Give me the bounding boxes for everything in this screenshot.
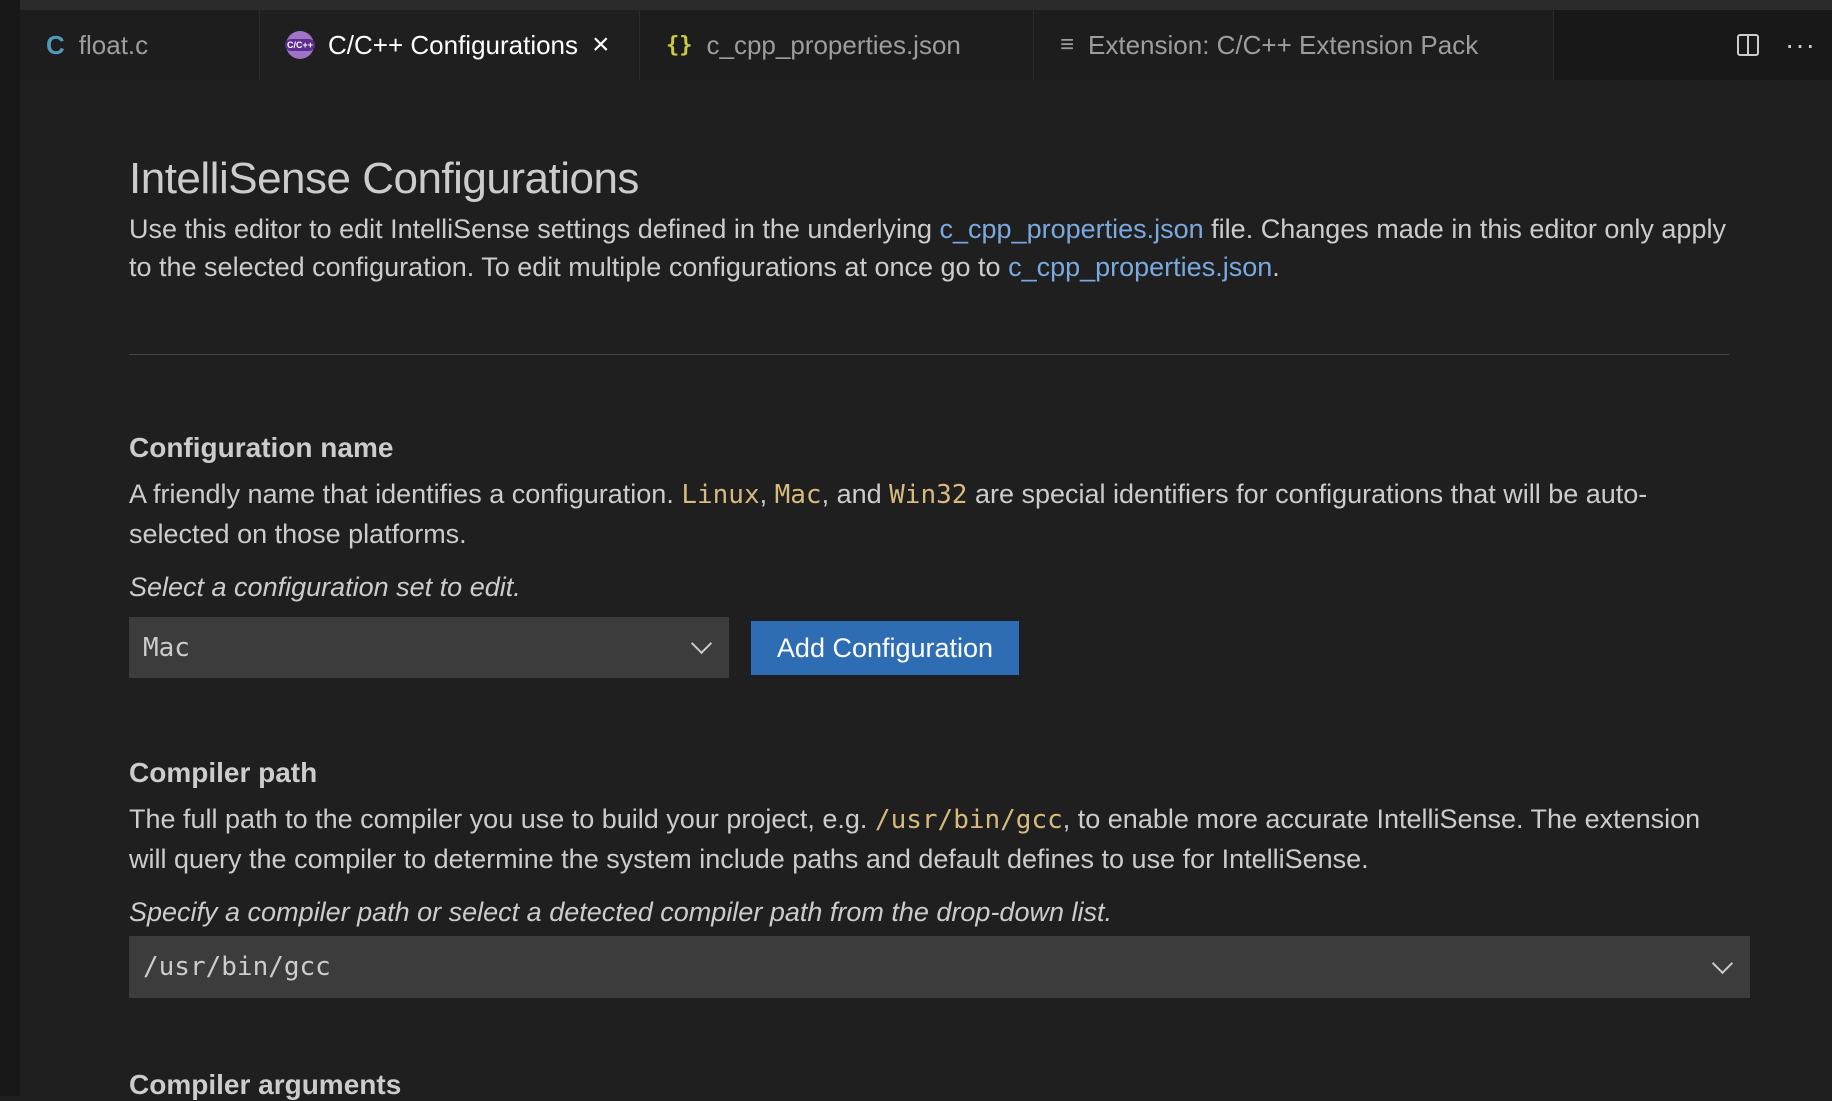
tab-label: C/C++ Configurations — [328, 29, 579, 60]
desc-text: The full path to the compiler you use to… — [129, 804, 875, 834]
tab-float-c[interactable]: C float.c — [20, 10, 260, 80]
compiler-path-description: The full path to the compiler you use to… — [129, 800, 1729, 879]
add-configuration-button[interactable]: Add Configuration — [751, 621, 1019, 675]
more-actions-icon[interactable]: ··· — [1785, 29, 1816, 61]
chevron-down-icon — [690, 632, 713, 655]
window-top-border — [0, 0, 1832, 10]
divider — [129, 354, 1729, 355]
desc-text: , — [759, 479, 775, 509]
compiler-path-hint: Specify a compiler path or select a dete… — [129, 897, 1112, 927]
json-braces-icon: {} — [666, 32, 693, 58]
tab-label: Extension: C/C++ Extension Pack — [1088, 29, 1479, 60]
close-icon[interactable]: × — [592, 30, 610, 60]
compiler-path-combobox[interactable]: /usr/bin/gcc — [129, 936, 1750, 998]
c-file-icon: C — [46, 29, 65, 60]
keyword-linux: Linux — [681, 480, 760, 510]
tab-cpp-configurations[interactable]: C/C++ C/C++ Configurations × — [260, 10, 640, 80]
compiler-path-value: /usr/bin/gcc — [143, 952, 331, 982]
intro-text-part: . — [1272, 252, 1280, 282]
tab-label: float.c — [78, 29, 149, 60]
intro-text: Use this editor to edit IntelliSense set… — [129, 210, 1729, 286]
extension-preview-icon: ≡ — [1060, 31, 1075, 58]
page-title: IntelliSense Configurations — [129, 154, 639, 203]
chevron-down-icon[interactable] — [1711, 952, 1734, 974]
split-editor-icon[interactable] — [1737, 34, 1760, 56]
properties-json-link-2[interactable]: c_cpp_properties.json — [1008, 252, 1272, 282]
editor-tab-bar: C float.c C/C++ C/C++ Configurations × {… — [20, 10, 1832, 80]
keyword-mac: Mac — [774, 480, 822, 510]
tab-c-cpp-properties-json[interactable]: {} c_cpp_properties.json — [640, 10, 1034, 80]
properties-json-link[interactable]: c_cpp_properties.json — [940, 214, 1204, 244]
configuration-select-value: Mac — [143, 632, 190, 663]
compiler-path-title: Compiler path — [129, 757, 318, 788]
compiler-arguments-title: Compiler arguments — [129, 1069, 402, 1100]
tab-extension-pack[interactable]: ≡ Extension: C/C++ Extension Pack — [1034, 10, 1554, 80]
intro-text-part: Use this editor to edit IntelliSense set… — [129, 214, 940, 244]
configuration-name-title: Configuration name — [129, 432, 394, 463]
configuration-name-description: A friendly name that identifies a config… — [129, 475, 1729, 554]
tab-label: c_cpp_properties.json — [706, 29, 961, 60]
keyword-win32: Win32 — [889, 480, 968, 510]
desc-text: A friendly name that identifies a config… — [129, 479, 682, 509]
desc-text: , and — [821, 479, 890, 509]
configuration-select[interactable]: Mac — [129, 617, 729, 678]
tab-actions: ··· — [1737, 10, 1832, 80]
cpp-extension-icon: C/C++ — [285, 31, 316, 59]
example-compiler-path: /usr/bin/gcc — [874, 805, 1063, 835]
activity-bar-edge — [0, 0, 20, 1096]
configuration-select-hint: Select a configuration set to edit. — [129, 572, 521, 602]
